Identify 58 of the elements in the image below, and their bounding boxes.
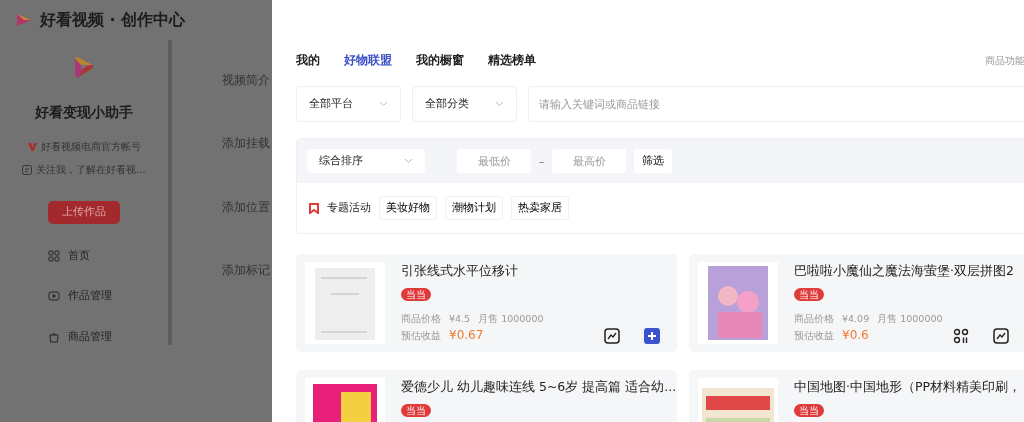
product-card[interactable]: 引张线式水平位移计 当当 商品价格 ¥4.5 月售 1000000 预估收益 ¥0.67	[296, 254, 677, 352]
search-field[interactable]: 请输入关键词或商品链接	[528, 86, 1024, 122]
topic-label: 专题活动	[327, 199, 371, 216]
monthly-sales: 月售 1000000	[478, 311, 544, 326]
note-icon	[22, 164, 33, 175]
product-title: 爱德少儿 幼儿趣味连线 5~6岁 提高篇 适合幼...	[401, 378, 677, 396]
form-label: 添加标记	[222, 261, 270, 279]
form-label: 视频简介	[222, 72, 270, 89]
product-card[interactable]: 中国地图·中国地形（PP材料精美印刷， 当当	[689, 370, 1024, 422]
max-price-field[interactable]: 最高价	[552, 149, 626, 173]
topic-tag[interactable]: 热卖家居	[511, 195, 569, 221]
monthly-sales: 月售 1000000	[877, 311, 943, 326]
dots-grid-icon[interactable]	[953, 328, 969, 344]
form-label: 添加挂载	[222, 135, 270, 153]
chevron-down-icon	[379, 101, 388, 107]
app-title: 好看视频 · 创作中心	[40, 9, 186, 31]
tab[interactable]: 我的	[296, 51, 320, 69]
chevron-down-icon	[404, 158, 413, 164]
product-title: 巴啦啦小魔仙之魔法海萤堡·双层拼图2	[794, 262, 1015, 280]
price-value: ¥4.5	[449, 311, 471, 326]
grid-icon	[48, 249, 60, 262]
product-card[interactable]: 巴啦啦小魔仙之魔法海萤堡·双层拼图2 当当 商品价格 ¥4.09 月售 1000000 预估收益 ¥0.6	[689, 254, 1024, 352]
earning-label: 预估收益	[401, 329, 441, 343]
topic-tag[interactable]: 潮物计划	[445, 195, 503, 221]
price-label: 商品价格	[794, 311, 834, 326]
chart-icon[interactable]	[993, 328, 1009, 344]
bookmark-icon	[309, 202, 319, 214]
product-title: 中国地图·中国地形（PP材料精美印刷，	[794, 378, 1023, 396]
price-label: 商品价格	[401, 311, 441, 326]
price-value: ¥4.09	[842, 311, 870, 326]
profile-name: 好看变现小助手	[35, 103, 133, 122]
earning-value: ¥0.6	[842, 327, 869, 344]
product-title: 引张线式水平位移计	[401, 262, 519, 280]
store-badge: 当当	[401, 287, 431, 301]
price-separator: –	[539, 154, 544, 169]
product-card[interactable]: 爱德少儿 幼儿趣味连线 5~6岁 提高篇 适合幼... 当当	[296, 370, 677, 422]
store-badge: 当当	[794, 287, 824, 301]
topic-tag[interactable]: 美妆好物	[379, 195, 437, 221]
platform-select[interactable]: 全部平台	[296, 86, 401, 122]
filter-button[interactable]: 筛选	[634, 149, 672, 173]
video-icon	[48, 290, 60, 303]
chevron-down-icon	[495, 101, 504, 107]
chart-icon[interactable]	[604, 328, 620, 344]
earning-value: ¥0.67	[449, 327, 484, 344]
add-button[interactable]	[644, 328, 660, 344]
bag-icon	[48, 330, 60, 343]
sort-select[interactable]: 综合排序	[307, 149, 425, 173]
upload-button[interactable]: 上传作品	[48, 201, 120, 224]
earning-label: 预估收益	[794, 329, 834, 343]
tab[interactable]: 好物联盟	[344, 51, 392, 69]
tab[interactable]: 精选榜单	[488, 51, 536, 69]
store-badge: 当当	[794, 403, 824, 417]
category-select[interactable]: 全部分类	[412, 86, 517, 122]
v-logo-icon	[27, 142, 37, 151]
play-logo-icon	[16, 13, 32, 27]
store-badge: 当当	[401, 403, 431, 417]
min-price-field[interactable]: 最低价	[457, 149, 531, 173]
tab[interactable]: 我的橱窗	[416, 51, 464, 69]
